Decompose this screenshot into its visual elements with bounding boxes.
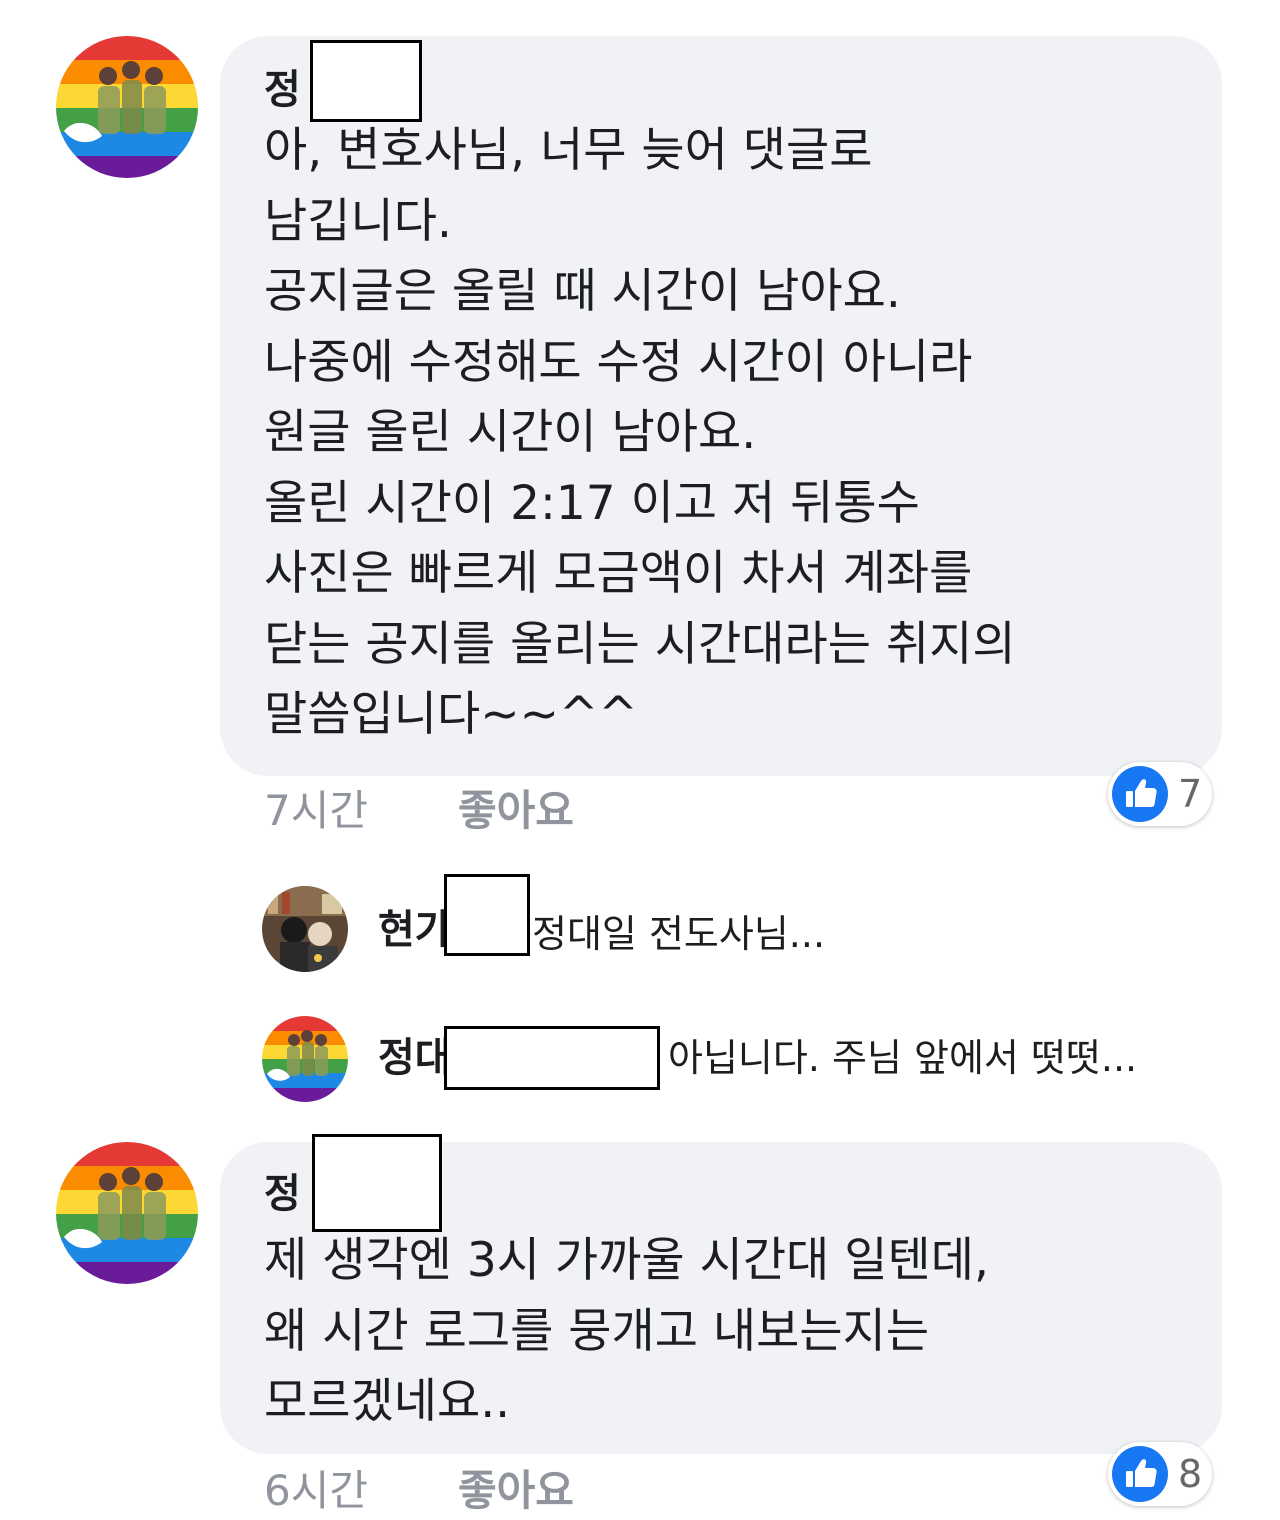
redaction-box — [444, 874, 530, 956]
redaction-box — [444, 1026, 660, 1090]
rainbow-family-avatar-icon — [56, 36, 198, 178]
comment-2-author[interactable]: 정 — [264, 1170, 301, 1218]
comment-1-like-button[interactable]: 좋아요 — [458, 786, 574, 836]
comment-2-text: 제 생각엔 3시 가까울 시간대 일텐데, 왜 시간 로그를 뭉개고 내보는지는… — [264, 1233, 989, 1429]
comment-1-avatar[interactable] — [56, 36, 198, 178]
comment-2-reactions[interactable]: 8 — [1108, 1442, 1212, 1506]
rainbow-family-avatar-icon — [262, 1016, 348, 1102]
comment-1-reaction-count: 7 — [1178, 772, 1203, 816]
reply-1-text[interactable]: 정대일 전도사님... — [532, 910, 825, 958]
comment-2-like-button[interactable]: 좋아요 — [458, 1466, 574, 1516]
redaction-box — [312, 1134, 442, 1232]
thumbs-up-icon — [1112, 1446, 1168, 1502]
reply-2-avatar[interactable] — [262, 1016, 348, 1102]
comment-1-time[interactable]: 7시간 — [264, 786, 368, 836]
rainbow-family-avatar-icon — [56, 1142, 198, 1284]
reply-2-text[interactable]: 아닙니다. 주님 앞에서 떳떳... — [668, 1034, 1137, 1082]
comment-2-time[interactable]: 6시간 — [264, 1466, 368, 1516]
comment-2-reaction-count: 8 — [1178, 1452, 1203, 1496]
comment-2-avatar[interactable] — [56, 1142, 198, 1284]
reply-2-author[interactable]: 정대 — [378, 1034, 452, 1082]
thumbs-up-icon — [1112, 766, 1168, 822]
comment-1-text: 아, 변호사님, 너무 늦어 댓글로 남깁니다. 공지글은 올릴 때 시간이 남… — [264, 123, 1016, 742]
reply-1-author[interactable]: 현가 — [378, 906, 452, 954]
photo-avatar-icon — [262, 886, 348, 972]
comment-1-author[interactable]: 정 — [264, 66, 301, 114]
redaction-box — [310, 40, 422, 122]
comment-1-reactions[interactable]: 7 — [1108, 762, 1212, 826]
reply-1-avatar[interactable] — [262, 886, 348, 972]
